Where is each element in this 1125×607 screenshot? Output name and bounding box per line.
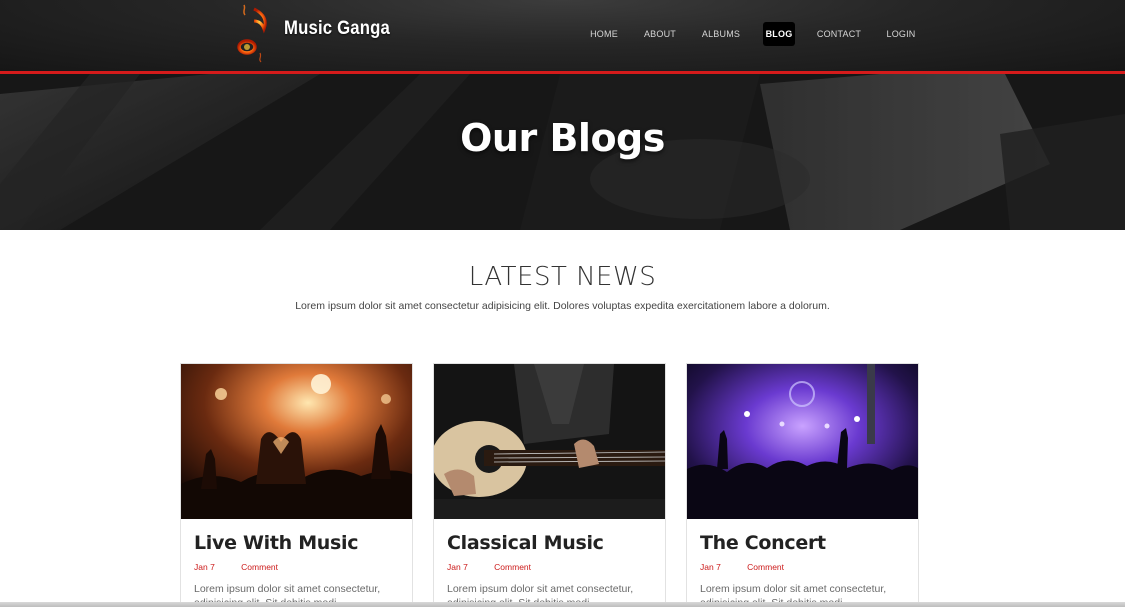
blog-card[interactable]: Live With Music Jan 7 Comment Lorem ipsu… [180,363,413,607]
page-title: Our Blogs [460,116,665,160]
nav-login[interactable]: LOGIN [884,22,918,46]
nav-albums[interactable]: ALBUMS [700,22,742,46]
blog-card[interactable]: Classical Music Jan 7 Comment Lorem ipsu… [433,363,666,607]
blog-card-date: Jan 7 [194,562,215,572]
hero-banner: Our Blogs [0,74,1125,230]
blog-card-date: Jan 7 [447,562,468,572]
blog-card-title[interactable]: Live With Music [194,532,359,554]
blog-card-image[interactable] [181,364,412,519]
blog-card-title[interactable]: Classical Music [447,532,604,554]
nav-about[interactable]: ABOUT [642,22,678,46]
blog-card-image[interactable] [687,364,918,519]
blog-card-image[interactable] [434,364,665,519]
window-bottom-edge [0,602,1125,607]
nav-home[interactable]: HOME [586,22,622,46]
blog-card-meta: Jan 7 Comment [447,562,531,572]
main-nav: HOME ABOUT ALBUMS BLOG CONTACT LOGIN [0,22,1125,46]
blog-card[interactable]: The Concert Jan 7 Comment Lorem ipsum do… [686,363,919,607]
blog-card-date: Jan 7 [700,562,721,572]
nav-contact[interactable]: CONTACT [815,22,863,46]
section-title: LATEST NEWS [468,262,657,292]
blog-card-comment-link[interactable]: Comment [747,562,784,572]
section-subtitle: Lorem ipsum dolor sit amet consectetur a… [295,300,830,312]
site-header: Music Ganga HOME ABOUT ALBUMS BLOG CONTA… [0,0,1125,71]
blog-card-comment-link[interactable]: Comment [494,562,531,572]
blog-card-meta: Jan 7 Comment [700,562,784,572]
blog-card-title[interactable]: The Concert [700,532,826,554]
blog-card-comment-link[interactable]: Comment [241,562,278,572]
blog-card-meta: Jan 7 Comment [194,562,278,572]
nav-blog[interactable]: BLOG [763,22,795,46]
